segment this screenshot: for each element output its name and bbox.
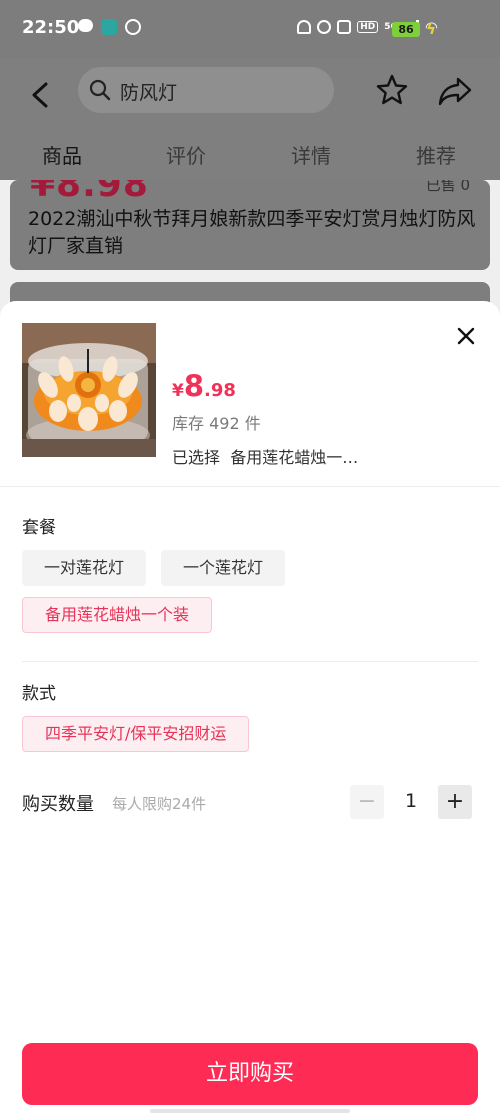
option-style-ping-an[interactable]: 四季平安灯/保平安招财运 — [22, 716, 250, 752]
status-bar: 22:50 HD 5G ◠ 86 ϟ — [0, 0, 500, 58]
sku-selection-sheet: ¥8.98 库存 492 件 已选择 备用莲花蜡烛一… 套餐 一对莲花灯 一个莲… — [0, 301, 500, 1115]
star-icon[interactable] — [374, 72, 410, 108]
divider — [22, 661, 478, 662]
status-time: 22:50 — [22, 17, 80, 38]
tab-reviews[interactable]: 评价 — [166, 140, 206, 169]
product-thumbnail[interactable] — [22, 323, 156, 457]
search-text: 防风灯 — [120, 82, 178, 104]
tab-goods[interactable]: 商品 — [42, 140, 82, 169]
mute-icon — [337, 20, 352, 34]
buy-now-button[interactable]: 立即购买 — [22, 1043, 478, 1105]
header: 防风灯 商品 评价 详情 推荐 — [0, 58, 500, 180]
alarm-icon — [317, 20, 332, 34]
battery-icon: 86 — [392, 22, 420, 37]
notification-icons — [78, 19, 141, 35]
hd-icon: HD — [357, 21, 379, 33]
style-section-label: 款式 — [22, 684, 56, 704]
search-input[interactable]: 防风灯 — [78, 67, 334, 113]
quantity-limit: 每人限购24件 — [112, 795, 207, 813]
tab-details[interactable]: 详情 — [291, 140, 331, 169]
package-section-label: 套餐 — [22, 518, 56, 538]
quantity-value[interactable]: 1 — [396, 790, 426, 812]
charging-icon: ϟ — [426, 20, 436, 38]
quantity-decrease-button[interactable]: − — [350, 785, 384, 819]
price-integer: 8 — [183, 369, 205, 403]
option-spare-candle[interactable]: 备用莲花蜡烛一个装 — [22, 597, 213, 633]
lotus-candle-image — [22, 323, 156, 457]
wechat-icon — [78, 19, 93, 32]
back-arrow-icon[interactable] — [24, 78, 58, 112]
price-decimal: .98 — [204, 380, 236, 401]
product-title: 2022潮汕中秋节拜月娘新款四季平安灯赏月烛灯防风灯厂家直销 — [28, 208, 476, 257]
selected-value: 备用莲花蜡烛一… — [230, 448, 359, 467]
tab-bar: 商品 评价 详情 推荐 — [0, 138, 500, 172]
option-single-lotus-lamp[interactable]: 一个莲花灯 — [161, 550, 286, 586]
quantity-increase-button[interactable]: + — [438, 785, 472, 819]
product-info-card: ¥8.98 已售 0 2022潮汕中秋节拜月娘新款四季平安灯赏月烛灯防风灯厂家直… — [10, 180, 490, 270]
app-icon — [101, 19, 117, 35]
tab-recommend[interactable]: 推荐 — [416, 140, 456, 169]
card-price: ¥8.98 — [30, 180, 149, 205]
selected-prefix: 已选择 — [172, 448, 221, 467]
close-icon[interactable] — [454, 324, 478, 348]
selected-summary: 已选择 备用莲花蜡烛一… — [172, 444, 358, 468]
stock-count: 库存 492 件 — [172, 414, 261, 433]
card-sold-count: 已售 0 — [425, 180, 470, 194]
price-currency: ¥ — [172, 381, 184, 401]
quantity-label: 购买数量 — [22, 794, 94, 815]
home-indicator[interactable] — [150, 1109, 350, 1113]
option-pair-lotus-lamp[interactable]: 一对莲花灯 — [22, 550, 147, 586]
divider — [0, 486, 500, 487]
headphones-icon — [297, 20, 312, 34]
share-icon[interactable] — [436, 74, 474, 108]
search-icon — [89, 79, 111, 101]
link-icon — [125, 19, 141, 35]
sku-price: ¥8.98 — [172, 369, 236, 403]
